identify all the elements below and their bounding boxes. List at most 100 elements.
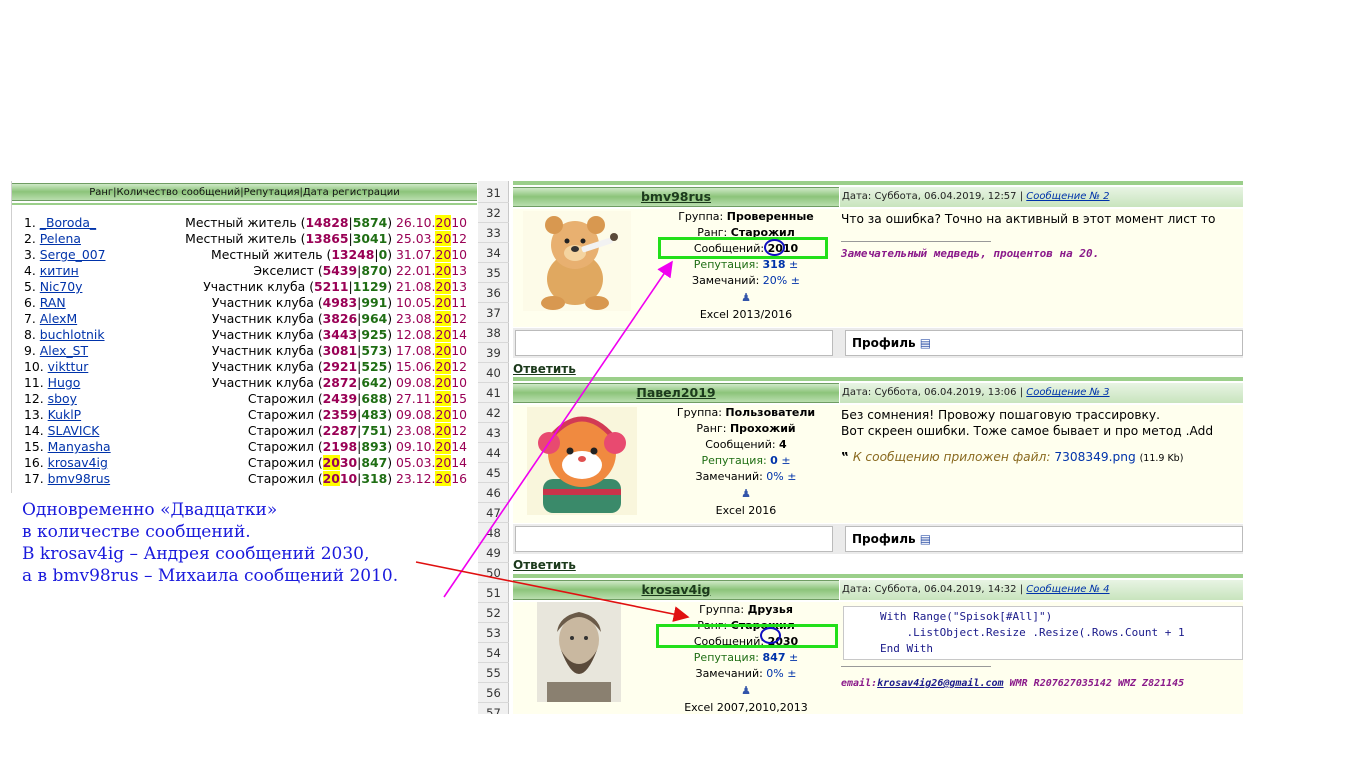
- row-header[interactable]: 37: [478, 303, 509, 323]
- user-link[interactable]: KuklP: [48, 407, 81, 422]
- reputation-link[interactable]: 318: [763, 258, 786, 271]
- row-header[interactable]: 46: [478, 483, 509, 503]
- row-header[interactable]: 51: [478, 583, 509, 603]
- reputation-plusminus[interactable]: ±: [789, 651, 798, 664]
- row-header[interactable]: 31: [478, 183, 509, 203]
- list-item: 16. krosav4ig Старожил (2030|847) 05.03.2…: [24, 455, 467, 470]
- list-item: 7. AlexM Участник клуба (3826|964) 23.08.…: [24, 311, 467, 326]
- warnings-link[interactable]: 0%: [763, 470, 783, 483]
- list-item: 2. Pelena Местный житель (13865|3041) 25.…: [24, 231, 467, 246]
- row-header[interactable]: 44: [478, 443, 509, 463]
- profile-card-icon: ▤: [919, 532, 932, 546]
- row-header[interactable]: 41: [478, 383, 509, 403]
- row-header[interactable]: 47: [478, 503, 509, 523]
- ranking-list: 1. _Boroda_ Местный житель (14828|5874) 2…: [24, 215, 467, 487]
- row-header[interactable]: 49: [478, 543, 509, 563]
- row-header[interactable]: 45: [478, 463, 509, 483]
- header-divider: [12, 203, 477, 205]
- user-link[interactable]: Hugo: [48, 375, 81, 390]
- warnings-link[interactable]: 0%: [763, 667, 783, 680]
- email-link[interactable]: krosav4ig26@gmail.com: [877, 678, 1003, 689]
- row-header[interactable]: 50: [478, 563, 509, 583]
- post-content: With Range("Spisok[#All]") .ListObject.R…: [839, 602, 1243, 714]
- message-link[interactable]: Сообщение № 4: [1026, 584, 1109, 595]
- post-author[interactable]: krosav4ig: [513, 580, 839, 600]
- user-link[interactable]: Pelena: [40, 231, 81, 246]
- reply-link[interactable]: Ответить: [513, 362, 576, 376]
- avatar: [527, 407, 637, 515]
- post-author[interactable]: bmv98rus: [513, 187, 839, 207]
- user-icon[interactable]: ♟: [653, 289, 839, 307]
- row-header[interactable]: 57: [478, 703, 509, 714]
- row-header[interactable]: 40: [478, 363, 509, 383]
- list-item: 14. SLAVICK Старожил (2287|751) 23.08.201…: [24, 423, 467, 438]
- user-link[interactable]: Alex_ST: [40, 343, 88, 358]
- row-header[interactable]: 36: [478, 283, 509, 303]
- list-item: 1. _Boroda_ Местный житель (14828|5874) 2…: [24, 215, 467, 230]
- warnings-link[interactable]: 20%: [759, 274, 787, 287]
- user-link[interactable]: Serge_007: [40, 247, 106, 262]
- row-header[interactable]: 55: [478, 663, 509, 683]
- annotation-text: Одновременно «Двадцатки» в количестве со…: [22, 499, 462, 587]
- forum-post: krosav4ig Дата: Суббота, 06.04.2019, 14:…: [513, 574, 1243, 714]
- user-link[interactable]: krosav4ig: [48, 455, 108, 470]
- user-icon[interactable]: ♟: [653, 682, 839, 700]
- post-date: Дата: Суббота, 06.04.2019, 14:32 | Сообщ…: [839, 580, 1243, 600]
- post-footer: Профиль ▤: [513, 524, 1243, 554]
- row-header[interactable]: 54: [478, 643, 509, 663]
- user-link[interactable]: buchlotnik: [40, 327, 105, 342]
- reply-link[interactable]: Ответить: [513, 558, 576, 572]
- forum-post: Павел2019 Дата: Суббота, 06.04.2019, 13:…: [513, 377, 1243, 572]
- forum-post: bmv98rus Дата: Суббота, 06.04.2019, 12:5…: [513, 181, 1243, 376]
- row-header[interactable]: 35: [478, 263, 509, 283]
- post-content: Что за ошибка? Точно на активный в этот …: [839, 209, 1243, 327]
- avatar: [523, 211, 631, 311]
- row-header[interactable]: 39: [478, 343, 509, 363]
- profile-button[interactable]: Профиль ▤: [845, 526, 1243, 552]
- row-header[interactable]: 52: [478, 603, 509, 623]
- annotation-line: Одновременно «Двадцатки»: [22, 500, 278, 520]
- row-header[interactable]: 33: [478, 223, 509, 243]
- row-header[interactable]: 53: [478, 623, 509, 643]
- user-link[interactable]: vikttur: [48, 359, 89, 374]
- list-item: 5. Nic70y Участник клуба (5211|1129) 21.0…: [24, 279, 467, 294]
- row-header[interactable]: 34: [478, 243, 509, 263]
- user-info-cell: Группа: Проверенные Ранг: Старожил Сообщ…: [513, 209, 839, 327]
- user-link[interactable]: SLAVICK: [48, 423, 100, 438]
- user-link[interactable]: bmv98rus: [48, 471, 110, 486]
- message-link[interactable]: Сообщение № 2: [1026, 191, 1109, 202]
- profile-button[interactable]: Профиль ▤: [845, 330, 1243, 356]
- attachment: ‟ К сообщению приложен файл: 7308349.png…: [841, 450, 1184, 464]
- reputation-link[interactable]: 0: [770, 454, 778, 467]
- user-software: Excel 2007,2010,2013: [684, 701, 808, 714]
- user-info-cell: Группа: Пользователи Ранг: Прохожий Сооб…: [513, 405, 839, 523]
- user-link[interactable]: sboy: [48, 391, 77, 406]
- row-header[interactable]: 32: [478, 203, 509, 223]
- attachment-link[interactable]: 7308349.png: [1054, 450, 1135, 464]
- user-link[interactable]: Nic70y: [40, 279, 83, 294]
- row-header[interactable]: 42: [478, 403, 509, 423]
- user-link[interactable]: _Boroda_: [40, 215, 96, 230]
- post-author[interactable]: Павел2019: [513, 383, 839, 403]
- user-stats: Группа: Пользователи Ранг: Прохожий Сооб…: [653, 405, 839, 519]
- user-icon[interactable]: ♟: [653, 485, 839, 503]
- user-stats: Группа: Друзья Ранг: Старожил Сообщений:…: [653, 602, 839, 714]
- user-link[interactable]: китин: [40, 263, 79, 278]
- row-header[interactable]: 43: [478, 423, 509, 443]
- row-header[interactable]: 56: [478, 683, 509, 703]
- list-item: 12. sboy Старожил (2439|688) 27.11.2015: [24, 391, 467, 406]
- annotation-line: В krosav4ig – Андрея сообщений 2030,: [22, 544, 370, 564]
- user-link[interactable]: RAN: [40, 295, 66, 310]
- post-footer: Профиль ▤: [513, 328, 1243, 358]
- message-link[interactable]: Сообщение № 3: [1026, 387, 1109, 398]
- row-header[interactable]: 48: [478, 523, 509, 543]
- annotation-line: а в bmv98rus – Михаила сообщений 2010.: [22, 566, 399, 586]
- user-link[interactable]: Manyasha: [48, 439, 111, 454]
- reputation-link[interactable]: 847: [763, 651, 786, 664]
- user-link[interactable]: AlexM: [40, 311, 77, 326]
- reputation-plusminus[interactable]: ±: [789, 258, 798, 271]
- highlight-box-2030: [656, 624, 838, 648]
- reputation-plusminus[interactable]: ±: [781, 454, 790, 467]
- list-item: 11. Hugo Участник клуба (2872|642) 09.08.…: [24, 375, 467, 390]
- row-header[interactable]: 38: [478, 323, 509, 343]
